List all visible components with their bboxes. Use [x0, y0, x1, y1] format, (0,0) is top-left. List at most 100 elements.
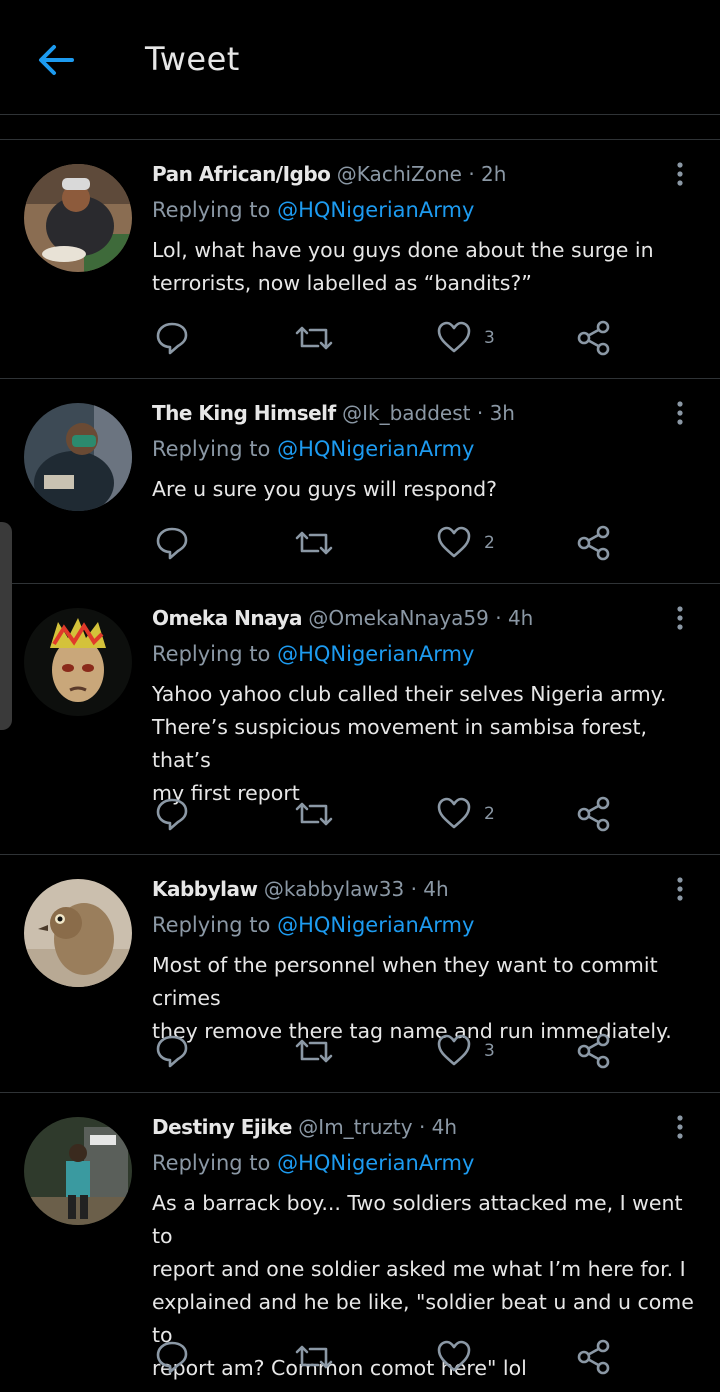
avatar[interactable]	[24, 879, 132, 987]
edge-panel-handle[interactable]	[0, 522, 12, 730]
separator-dot: ·	[418, 1115, 426, 1139]
tweet-header: Destiny Ejike @Im_truzty · 4h	[152, 1115, 457, 1139]
reply-button[interactable]	[154, 318, 190, 358]
retweet-icon	[295, 1039, 333, 1063]
reply-tweet[interactable]: Omeka Nnaya @OmekaNnaya59 · 4h Replying …	[0, 584, 720, 855]
replying-to-label: Replying to	[152, 642, 271, 666]
reply-tweet[interactable]: Kabbylaw @kabbylaw33 · 4h Replying to @H…	[0, 855, 720, 1093]
share-button[interactable]	[576, 1031, 612, 1071]
replying-to-line: Replying to @HQNigerianArmy	[152, 913, 474, 937]
more-options-icon[interactable]	[670, 160, 690, 190]
user-handle[interactable]: @Ik_baddest	[342, 401, 470, 425]
share-icon	[577, 796, 610, 832]
heart-icon	[437, 321, 471, 353]
avatar[interactable]	[24, 403, 132, 511]
display-name[interactable]: Destiny Ejike	[152, 1115, 292, 1139]
like-count: 2	[484, 804, 495, 824]
reply-button[interactable]	[154, 523, 190, 563]
tweet-text: Are u sure you guys will respond?	[152, 473, 702, 506]
more-options-icon[interactable]	[670, 604, 690, 634]
share-icon	[577, 525, 610, 561]
like-button[interactable]: 3	[436, 1031, 526, 1071]
retweet-button[interactable]	[294, 794, 334, 834]
mention-link[interactable]: @HQNigerianArmy	[277, 642, 474, 666]
reply-icon	[156, 527, 188, 560]
share-icon	[577, 1339, 610, 1375]
retweet-button[interactable]	[294, 523, 334, 563]
retweet-icon	[295, 802, 333, 826]
action-bar: 3	[150, 318, 620, 358]
avatar[interactable]	[24, 164, 132, 272]
separator-dot: ·	[495, 606, 502, 630]
timestamp: 3h	[489, 401, 515, 425]
heart-icon	[437, 526, 471, 558]
like-button[interactable]: 3	[436, 318, 526, 358]
replying-to-line: Replying to @HQNigerianArmy	[152, 642, 474, 666]
mention-link[interactable]: @HQNigerianArmy	[277, 437, 474, 461]
tweet-header: The King Himself @Ik_baddest · 3h	[152, 401, 515, 425]
heart-icon	[437, 1340, 471, 1372]
like-button[interactable]: 2	[436, 523, 526, 563]
display-name[interactable]: The King Himself	[152, 401, 336, 425]
share-button[interactable]	[576, 1337, 612, 1377]
reply-icon	[156, 1035, 188, 1068]
reply-button[interactable]	[154, 1337, 190, 1377]
like-button[interactable]: 2	[436, 794, 526, 834]
separator-dot: ·	[468, 162, 475, 186]
share-button[interactable]	[576, 523, 612, 563]
like-count: 3	[484, 328, 495, 348]
replying-to-label: Replying to	[152, 913, 271, 937]
reply-tweet[interactable]: The King Himself @Ik_baddest · 3h Replyi…	[0, 379, 720, 584]
timestamp: 4h	[507, 606, 534, 630]
tweet-text-line: report and one soldier asked me what I’m…	[152, 1257, 686, 1281]
heart-icon	[437, 797, 471, 829]
tweet-text-line: Lol, what have you guys done about the s…	[152, 238, 654, 262]
reply-button[interactable]	[154, 1031, 190, 1071]
share-button[interactable]	[576, 794, 612, 834]
display-name[interactable]: Kabbylaw	[152, 877, 258, 901]
share-button[interactable]	[576, 318, 612, 358]
retweet-button[interactable]	[294, 1031, 334, 1071]
reply-tweet[interactable]: Destiny Ejike @Im_truzty · 4h Replying t…	[0, 1093, 720, 1392]
tweet-header: Pan African/Igbo @KachiZone · 2h	[152, 162, 506, 186]
avatar[interactable]	[24, 1117, 132, 1225]
display-name[interactable]: Pan African/Igbo	[152, 162, 331, 186]
more-options-icon[interactable]	[670, 399, 690, 429]
replying-to-line: Replying to @HQNigerianArmy	[152, 437, 474, 461]
replying-to-label: Replying to	[152, 437, 271, 461]
user-handle[interactable]: @KachiZone	[337, 162, 462, 186]
more-options-icon[interactable]	[670, 1113, 690, 1143]
share-icon	[577, 320, 610, 356]
retweet-button[interactable]	[294, 318, 334, 358]
retweet-button[interactable]	[294, 1337, 334, 1377]
replying-to-label: Replying to	[152, 198, 271, 222]
more-options-icon[interactable]	[670, 875, 690, 905]
separator-dot: ·	[410, 877, 417, 901]
reply-tweet[interactable]: Pan African/Igbo @KachiZone · 2h Replyin…	[0, 140, 720, 379]
action-bar: 2	[150, 794, 620, 834]
tweet-text-line: There’s suspicious movement in sambisa f…	[152, 715, 648, 772]
replying-to-line: Replying to @HQNigerianArmy	[152, 198, 474, 222]
tweet-text: Yahoo yahoo club called their selves Nig…	[152, 678, 702, 810]
tweet-text-line: Yahoo yahoo club called their selves Nig…	[152, 682, 667, 706]
action-bar: 2	[150, 523, 620, 563]
display-name[interactable]: Omeka Nnaya	[152, 606, 303, 630]
user-handle[interactable]: @Im_truzty	[298, 1115, 412, 1139]
tweet-text-line: Are u sure you guys will respond?	[152, 477, 498, 501]
like-count: 3	[484, 1041, 495, 1061]
back-arrow-icon[interactable]	[34, 38, 78, 82]
user-handle[interactable]: @kabbylaw33	[264, 877, 404, 901]
mention-link[interactable]: @HQNigerianArmy	[277, 1151, 474, 1175]
like-button[interactable]	[436, 1337, 526, 1377]
page-title: Tweet	[145, 40, 240, 78]
tweet-text-line: As a barrack boy... Two soldiers attacke…	[152, 1191, 683, 1248]
heart-icon	[437, 1034, 471, 1066]
separator-dot: ·	[476, 401, 484, 425]
mention-link[interactable]: @HQNigerianArmy	[277, 913, 474, 937]
avatar[interactable]	[24, 608, 132, 716]
user-handle[interactable]: @OmekaNnaya59	[308, 606, 488, 630]
mention-link[interactable]: @HQNigerianArmy	[277, 198, 474, 222]
reply-button[interactable]	[154, 794, 190, 834]
retweet-icon	[295, 1345, 333, 1369]
tweet-text-line: terrorists, now labelled as “bandits?”	[152, 271, 532, 295]
